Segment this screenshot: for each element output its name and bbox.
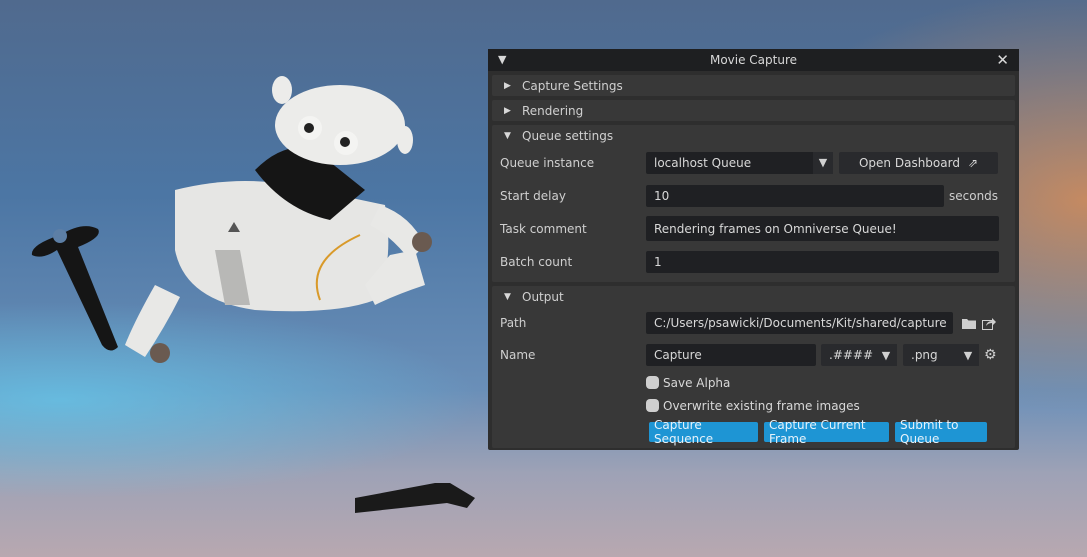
chevron-down-icon: ▼ — [504, 130, 511, 141]
section-label: Output — [522, 289, 564, 304]
section-label: Capture Settings — [522, 78, 623, 93]
queue-instance-row: Queue instance localhost Queue ▼ Open Da… — [492, 146, 1015, 179]
output-header[interactable]: ▼ Output — [492, 286, 1015, 307]
section-label: Queue settings — [522, 128, 614, 143]
section-rendering: ▶ Rendering — [492, 100, 1015, 121]
checkbox-box[interactable] — [646, 399, 659, 412]
extension-value[interactable]: .png — [903, 344, 957, 366]
window-title: Movie Capture — [709, 53, 798, 67]
checkbox-box[interactable] — [646, 376, 659, 389]
chevron-down-icon: ▼ — [504, 291, 511, 302]
close-icon[interactable]: ✕ — [996, 51, 1009, 69]
movie-capture-window: ▼ Movie Capture ✕ ▶ Capture Settings ▶ R… — [488, 49, 1019, 450]
save-alpha-checkbox[interactable]: Save Alpha — [646, 371, 1015, 394]
path-row: Path C:/Users/psawicki/Documents/Kit/sha… — [492, 307, 1015, 339]
frame-pattern-select[interactable]: .#### ▼ — [821, 344, 897, 366]
floor-controller — [355, 483, 475, 513]
start-delay-row: Start delay 10 seconds — [492, 179, 1015, 212]
external-link-icon: ⇗ — [967, 155, 979, 170]
queue-instance-label: Queue instance — [500, 155, 595, 170]
queue-settings-header[interactable]: ▼ Queue settings — [492, 125, 1015, 146]
batch-count-row: Batch count 1 — [492, 245, 1015, 278]
start-delay-unit: seconds — [949, 188, 999, 203]
batch-count-input[interactable]: 1 — [646, 250, 999, 273]
name-label: Name — [500, 348, 536, 362]
robot-illustration — [31, 76, 432, 363]
section-output: ▼ Output Path C:/Users/psawicki/Document… — [492, 286, 1015, 448]
section-capture-settings: ▶ Capture Settings — [492, 75, 1015, 96]
section-queue-settings: ▼ Queue settings Queue instance localhos… — [492, 125, 1015, 282]
capture-settings-header[interactable]: ▶ Capture Settings — [492, 75, 1015, 96]
path-label: Path — [500, 316, 527, 330]
chevron-right-icon: ▶ — [504, 80, 511, 91]
capture-sequence-button[interactable]: Capture Sequence — [649, 418, 758, 446]
save-alpha-label: Save Alpha — [663, 375, 731, 390]
extension-select[interactable]: .png ▼ — [903, 344, 979, 366]
dropdown-arrow-icon[interactable]: ▼ — [957, 344, 979, 366]
chevron-right-icon: ▶ — [504, 105, 511, 116]
start-delay-input[interactable]: 10 — [646, 184, 944, 207]
window-titlebar[interactable]: ▼ Movie Capture ✕ — [488, 49, 1019, 71]
task-comment-input[interactable]: Rendering frames on Omniverse Queue! — [646, 216, 999, 241]
action-buttons: Capture Sequence Capture Current Frame S… — [649, 418, 1015, 446]
open-in-explorer-icon[interactable] — [982, 317, 996, 330]
submit-to-queue-button[interactable]: Submit to Queue — [895, 418, 987, 446]
dropdown-arrow-icon[interactable]: ▼ — [875, 344, 897, 366]
task-comment-row: Task comment Rendering frames on Omniver… — [492, 212, 1015, 245]
name-row: Name Capture .#### ▼ .png ▼ ⚙ — [492, 339, 1015, 371]
dropdown-arrow-icon[interactable]: ▼ — [813, 151, 833, 174]
queue-instance-select[interactable]: localhost Queue ▼ — [646, 151, 833, 174]
task-comment-label: Task comment — [500, 221, 587, 236]
overwrite-checkbox[interactable]: Overwrite existing frame images — [646, 394, 1015, 417]
capture-current-frame-button[interactable]: Capture Current Frame — [764, 418, 889, 446]
start-delay-label: Start delay — [500, 188, 566, 203]
open-dashboard-button[interactable]: Open Dashboard ⇗ — [839, 151, 998, 174]
collapse-window-icon[interactable]: ▼ — [498, 53, 506, 66]
frame-pattern-value[interactable]: .#### — [821, 344, 875, 366]
batch-count-label: Batch count — [500, 254, 573, 269]
overwrite-label: Overwrite existing frame images — [663, 398, 860, 413]
section-label: Rendering — [522, 103, 584, 118]
folder-icon[interactable] — [962, 318, 976, 329]
rendering-header[interactable]: ▶ Rendering — [492, 100, 1015, 121]
open-dashboard-label: Open Dashboard — [858, 155, 960, 170]
queue-instance-value[interactable]: localhost Queue — [646, 151, 813, 174]
path-input[interactable]: C:/Users/psawicki/Documents/Kit/shared/c… — [646, 312, 953, 334]
name-input[interactable]: Capture — [646, 344, 816, 366]
gear-icon[interactable]: ⚙ — [984, 347, 997, 363]
